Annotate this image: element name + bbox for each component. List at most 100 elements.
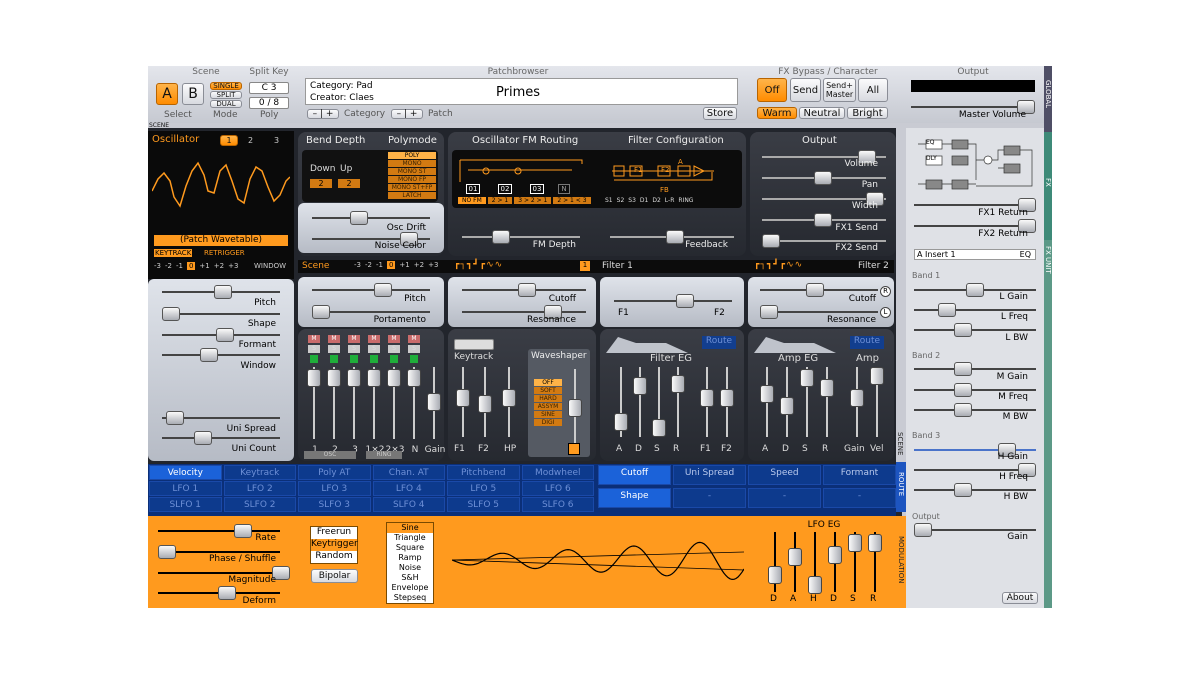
mixer-solo-2[interactable]: S — [328, 345, 340, 353]
scene-tab[interactable]: SCENE — [896, 432, 904, 455]
shape-square[interactable]: Square — [387, 543, 433, 553]
osc-window-slider[interactable] — [162, 348, 280, 362]
mixer-level-slider-6[interactable] — [407, 367, 421, 439]
feg-release-slider[interactable] — [671, 367, 685, 437]
category-prev-next[interactable]: – | + — [307, 109, 339, 119]
filter-config-selector[interactable]: S1 S2 S3 D1 D2 L-R RING — [604, 197, 694, 204]
polymode-monostfp[interactable]: MONO ST+FP — [388, 184, 436, 191]
mod-target-1[interactable]: Cutoff — [598, 465, 671, 485]
oct-0[interactable]: 0 — [186, 262, 196, 270]
mixer-solo-6[interactable]: S — [408, 345, 420, 353]
mixer-mute-4[interactable]: M — [368, 335, 380, 343]
filter-eg-route-button[interactable]: Route — [702, 336, 736, 349]
ws-hard[interactable]: HARD — [534, 395, 562, 402]
aeg-attack-slider[interactable] — [760, 367, 774, 437]
scene-mode-selector[interactable]: SINGLE SPLIT DUAL — [210, 82, 242, 108]
mixer-mute-6[interactable]: M — [408, 335, 420, 343]
scene-octave-selector[interactable]: -3 -2 -1 0 +1 +2 +3 — [354, 261, 438, 269]
aeg-release-slider[interactable] — [820, 367, 834, 437]
shape-envelope[interactable]: Envelope — [387, 583, 433, 593]
fcfg-lr[interactable]: L-R — [664, 197, 676, 204]
mod-target-3[interactable]: Speed — [748, 465, 821, 485]
fcfg-s3[interactable]: S3 — [627, 197, 637, 204]
fcfg-d2[interactable]: D2 — [651, 197, 661, 204]
waveshaper-drive-slider[interactable] — [568, 369, 582, 445]
fm-route-3[interactable]: 2 > 1 < 3 — [553, 197, 591, 204]
keytrack-f1-slider[interactable] — [456, 367, 470, 437]
mixer-route-led-5[interactable] — [390, 355, 398, 363]
mod-target-2[interactable]: Uni Spread — [673, 465, 746, 485]
ws-soft[interactable]: SOFT — [534, 387, 562, 394]
mixer-mute-2[interactable]: M — [328, 335, 340, 343]
mixer-level-slider-4[interactable] — [367, 367, 381, 439]
mod-target-4[interactable]: Formant — [823, 465, 896, 485]
osc-pitch-slider[interactable] — [162, 285, 280, 299]
mod-source-row3-4[interactable]: SLFO 4 — [372, 497, 445, 512]
scene-oct-p1[interactable]: +1 — [399, 261, 409, 269]
mixer-level-slider-3[interactable] — [347, 367, 361, 439]
mixer-solo-4[interactable]: S — [368, 345, 380, 353]
global-tab[interactable]: GLOBAL — [1044, 80, 1052, 108]
shape-noise[interactable]: Noise — [387, 563, 433, 573]
mod-source-row3-6[interactable]: SLFO 6 — [521, 497, 594, 512]
osc-2-button[interactable]: 2 — [248, 136, 253, 145]
splitkey-field[interactable]: C 3 — [249, 82, 289, 94]
ws-digi[interactable]: DIGI — [534, 419, 562, 426]
ws-sine[interactable]: SINE — [534, 411, 562, 418]
fx-send-button[interactable]: Send — [790, 78, 821, 102]
shape-ramp[interactable]: Ramp — [387, 553, 433, 563]
scene-oct-p2[interactable]: +2 — [414, 261, 424, 269]
waveshaper-list[interactable]: OFF SOFT HARD ASSYM SINE DIGI — [534, 379, 562, 427]
mixer-route-led-2[interactable] — [330, 355, 338, 363]
keytrack-f2-slider[interactable] — [478, 367, 492, 437]
mixer-mute-5[interactable]: M — [388, 335, 400, 343]
lfo-eg-slider-3[interactable] — [808, 532, 822, 594]
shape-triangle[interactable]: Triangle — [387, 533, 433, 543]
mixer-route-led-4[interactable] — [370, 355, 378, 363]
lfo-eg-slider-4[interactable] — [828, 532, 842, 592]
trig-keytrigger[interactable]: Keytrigger — [311, 539, 358, 551]
fx-off-button[interactable]: Off — [757, 78, 787, 102]
mixer-level-slider-7[interactable] — [427, 367, 441, 439]
filter-l-button[interactable]: L — [880, 307, 891, 318]
fcfg-ring[interactable]: RING — [677, 197, 694, 204]
shape-sh[interactable]: S&H — [387, 573, 433, 583]
osc-unicount-slider[interactable] — [162, 431, 280, 445]
scene-a-button[interactable]: A — [156, 83, 178, 105]
wavetable-selector[interactable]: (Patch Wavetable) — [154, 235, 288, 246]
fx-all-button[interactable]: All — [858, 78, 888, 102]
lfo-eg-slider-5[interactable] — [848, 532, 862, 592]
bipolar-button[interactable]: Bipolar — [311, 569, 358, 583]
character-neutral[interactable]: Neutral — [799, 107, 845, 119]
lfo-shape-list[interactable]: Sine Triangle Square Ramp Noise S&H Enve… — [386, 522, 434, 604]
oct-m2[interactable]: -2 — [165, 262, 172, 270]
shape-stepseq[interactable]: Stepseq — [387, 593, 433, 603]
oct-p3[interactable]: +3 — [228, 262, 238, 270]
lfo-eg-slider-2[interactable] — [788, 532, 802, 592]
mod-source-row2-3[interactable]: LFO 3 — [298, 481, 371, 496]
mixer-mute-1[interactable]: M — [308, 335, 320, 343]
keytrack-root-field[interactable]: C 3 — [454, 339, 494, 350]
mod-source-row2-4[interactable]: LFO 4 — [372, 481, 445, 496]
aeg-vel-slider[interactable] — [870, 367, 884, 437]
shape-sine[interactable]: Sine — [387, 523, 433, 533]
mode-single[interactable]: SINGLE — [210, 82, 242, 90]
lfo-trigger-mode[interactable]: Freerun Keytrigger Random — [310, 526, 358, 564]
fcfg-d1[interactable]: D1 — [639, 197, 649, 204]
fx-sendmaster-button[interactable]: Send+ Master — [823, 78, 856, 102]
mod-source-row3-2[interactable]: SLFO 2 — [223, 497, 296, 512]
mod-source-row1-1[interactable]: Velocity — [149, 465, 222, 480]
polymode-poly[interactable]: POLY — [388, 152, 436, 159]
scene-oct-p3[interactable]: +3 — [428, 261, 438, 269]
fx-dly-node[interactable]: DLY — [926, 155, 937, 162]
osc-unispread-slider[interactable] — [162, 411, 280, 425]
mod-target2-4[interactable]: - — [823, 488, 896, 508]
mod-source-row3-3[interactable]: SLFO 3 — [298, 497, 371, 512]
mixer-solo-3[interactable]: S — [348, 345, 360, 353]
mod-source-row2-2[interactable]: LFO 2 — [223, 481, 296, 496]
scene-oct-m1[interactable]: -1 — [376, 261, 383, 269]
keytrack-hp-slider[interactable] — [502, 367, 516, 437]
polymode-mono[interactable]: MONO — [388, 160, 436, 167]
polymode-list[interactable]: POLY MONO MONO ST MONO FP MONO ST+FP LAT… — [388, 152, 436, 200]
store-button[interactable]: Store — [703, 107, 737, 120]
